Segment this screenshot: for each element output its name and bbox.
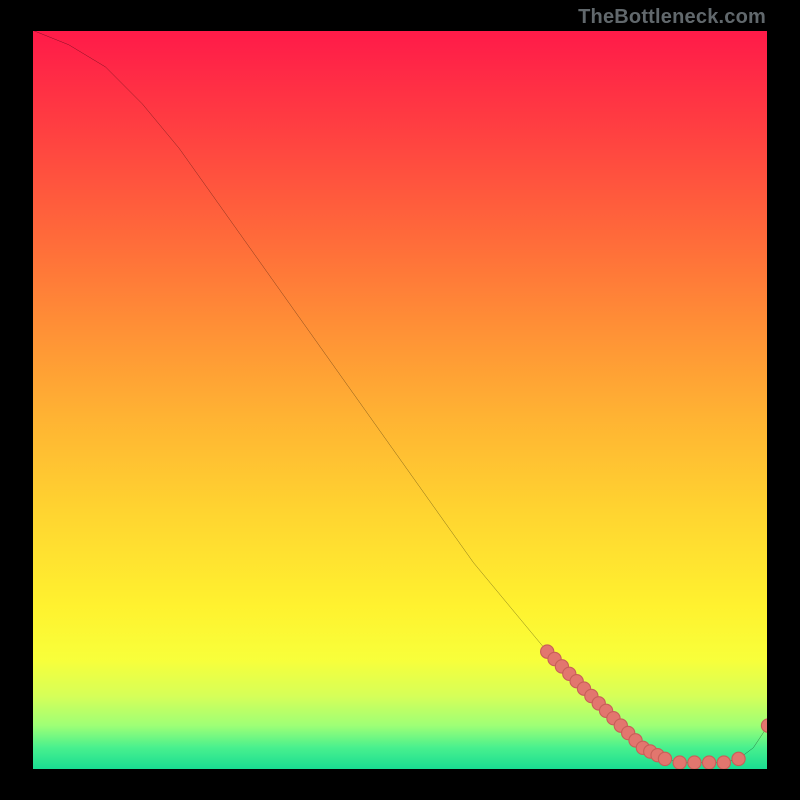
highlight-point bbox=[673, 756, 686, 769]
highlight-points-group bbox=[541, 645, 768, 769]
highlight-point bbox=[702, 756, 715, 769]
highlight-point bbox=[761, 719, 768, 732]
watermark-text: TheBottleneck.com bbox=[578, 6, 766, 29]
chart-stage: TheBottleneck.com bbox=[0, 0, 800, 800]
bottleneck-curve bbox=[32, 30, 768, 763]
curve-layer bbox=[32, 30, 768, 770]
highlight-point bbox=[688, 756, 701, 769]
plot-area bbox=[32, 30, 768, 770]
highlight-point bbox=[732, 752, 745, 765]
highlight-point bbox=[717, 756, 730, 769]
highlight-point bbox=[658, 752, 671, 765]
